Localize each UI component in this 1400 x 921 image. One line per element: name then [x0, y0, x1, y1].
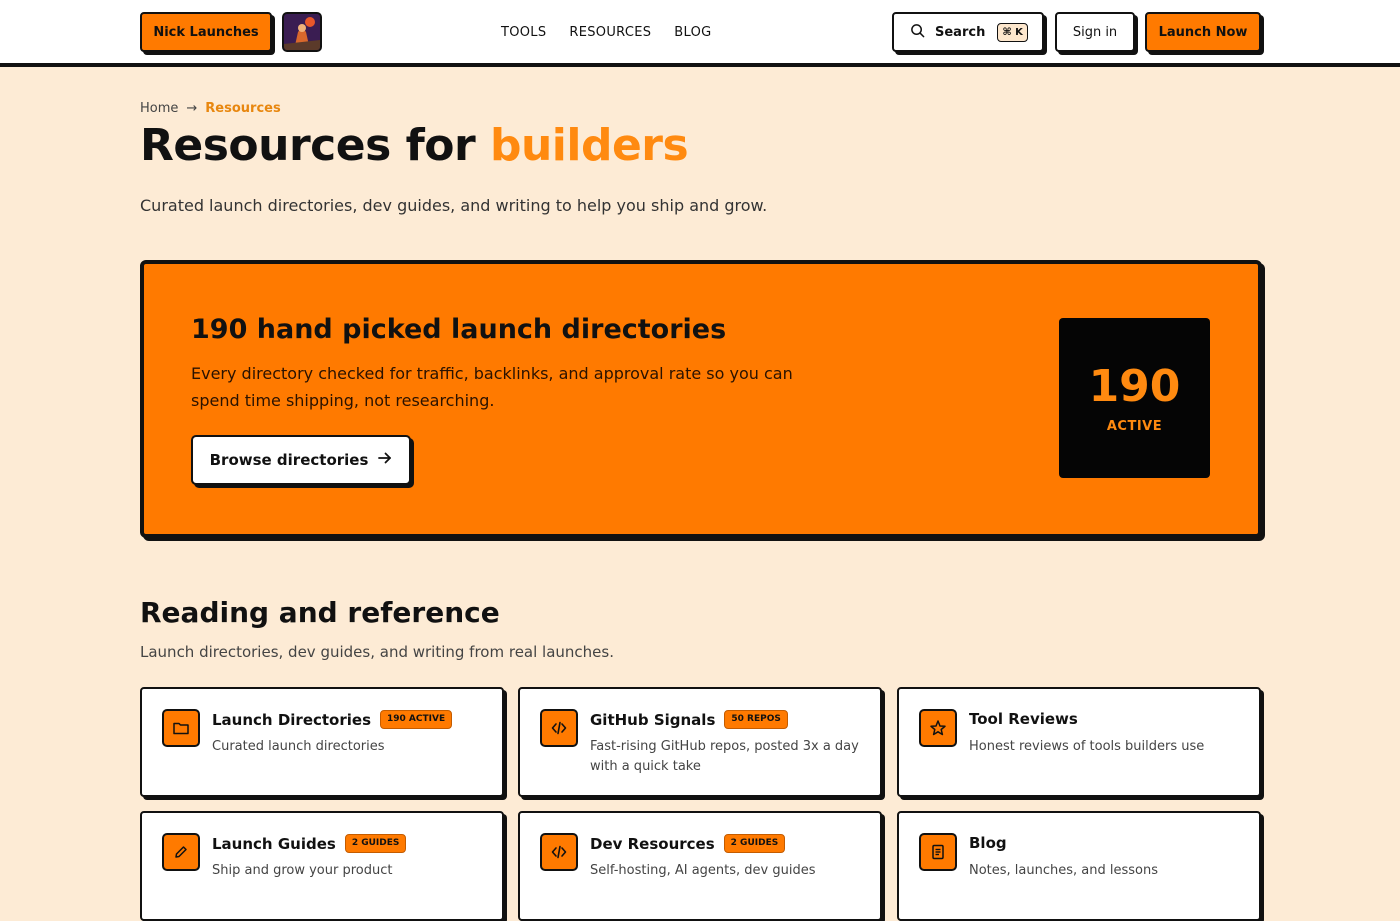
- card-heading: Tool Reviews: [969, 710, 1078, 728]
- sign-in-button[interactable]: Sign in: [1055, 12, 1135, 52]
- search-icon: [910, 23, 925, 42]
- arrow-right-icon: [378, 451, 392, 469]
- breadcrumb-current: Resources: [205, 101, 281, 116]
- main-nav: TOOLS RESOURCES BLOG: [501, 0, 712, 64]
- card-description: Curated launch directories: [212, 739, 385, 754]
- card-description: Honest reviews of tools builders use: [969, 739, 1205, 754]
- directories-promo-banner: 190 hand picked launch directories Every…: [140, 260, 1262, 538]
- card-badge: 50 REPOS: [724, 710, 788, 729]
- search-shortcut: ⌘ K: [997, 22, 1028, 42]
- card-description: Fast-rising GitHub repos, posted 3x a da…: [590, 739, 859, 774]
- card-title: Tool Reviews: [969, 710, 1078, 728]
- card-heading: Blog: [969, 834, 1007, 852]
- code-icon: [540, 709, 578, 747]
- card-github-signals[interactable]: GitHub Signals 50 REPOS Fast-rising GitH…: [518, 687, 882, 797]
- section-subtitle: Launch directories, dev guides, and writ…: [140, 643, 614, 661]
- card-title: Dev Resources: [590, 834, 715, 853]
- breadcrumb-home[interactable]: Home: [140, 101, 178, 116]
- card-description: Self-hosting, AI agents, dev guides: [590, 863, 816, 878]
- card-badge: 190 ACTIVE: [380, 710, 453, 729]
- launch-now-button[interactable]: Launch Now: [1145, 12, 1261, 52]
- card-launch-guides[interactable]: Launch Guides 2 GUIDES Ship and grow you…: [140, 811, 504, 921]
- promo-title: 190 hand picked launch directories: [191, 314, 727, 345]
- folder-icon: [162, 709, 200, 747]
- page-title-main: Resources for: [140, 120, 490, 171]
- card-title: Blog: [969, 834, 1007, 852]
- nav-resources[interactable]: RESOURCES: [569, 25, 651, 40]
- promo-description: Every directory checked for traffic, bac…: [191, 364, 793, 410]
- card-tool-reviews[interactable]: Tool Reviews Honest reviews of tools bui…: [897, 687, 1261, 797]
- code-icon: [540, 833, 578, 871]
- page-title-accent: builders: [489, 120, 689, 171]
- nav-blog[interactable]: BLOG: [674, 25, 711, 40]
- active-count-label: ACTIVE: [1106, 418, 1163, 434]
- card-heading: Launch Guides 2 GUIDES: [212, 834, 407, 853]
- card-heading: Dev Resources 2 GUIDES: [590, 834, 786, 853]
- star-icon: [919, 709, 957, 747]
- card-title: GitHub Signals: [590, 710, 716, 729]
- card-launch-directories[interactable]: Launch Directories 190 ACTIVE Curated la…: [140, 687, 504, 797]
- breadcrumb-arrow-icon: →: [186, 101, 198, 116]
- browse-directories-label: Browse directories: [209, 451, 369, 469]
- section-title: Reading and reference: [140, 596, 500, 629]
- avatar[interactable]: [282, 12, 322, 52]
- page-subtitle: Curated launch directories, dev guides, …: [140, 196, 768, 215]
- card-badge: 2 GUIDES: [723, 834, 786, 853]
- card-title: Launch Directories: [212, 710, 372, 729]
- browse-directories-button[interactable]: Browse directories: [191, 435, 411, 485]
- search-button[interactable]: Search ⌘ K: [892, 12, 1044, 52]
- document-icon: [919, 833, 957, 871]
- nav-tools[interactable]: TOOLS: [501, 25, 546, 40]
- breadcrumb: Home → Resources: [140, 101, 281, 116]
- card-dev-resources[interactable]: Dev Resources 2 GUIDES Self-hosting, AI …: [518, 811, 882, 921]
- card-heading: GitHub Signals 50 REPOS: [590, 710, 788, 729]
- active-count-box: 190 ACTIVE: [1059, 318, 1210, 478]
- pencil-icon: [162, 833, 200, 871]
- card-description: Notes, launches, and lessons: [969, 863, 1159, 878]
- card-blog[interactable]: Blog Notes, launches, and lessons: [897, 811, 1261, 921]
- search-label: Search: [935, 24, 986, 40]
- card-heading: Launch Directories 190 ACTIVE: [212, 710, 453, 729]
- card-badge: 2 GUIDES: [344, 834, 407, 853]
- card-description: Ship and grow your product: [212, 863, 393, 878]
- avatar-image: [284, 14, 320, 50]
- active-count-value: 190: [1088, 360, 1181, 412]
- page-title: Resources for builders: [140, 120, 689, 171]
- card-title: Launch Guides: [212, 834, 336, 853]
- top-header: Nick Launches TOOLS RESOURCES BLOG Searc…: [0, 0, 1400, 67]
- brand-button[interactable]: Nick Launches: [140, 12, 272, 52]
